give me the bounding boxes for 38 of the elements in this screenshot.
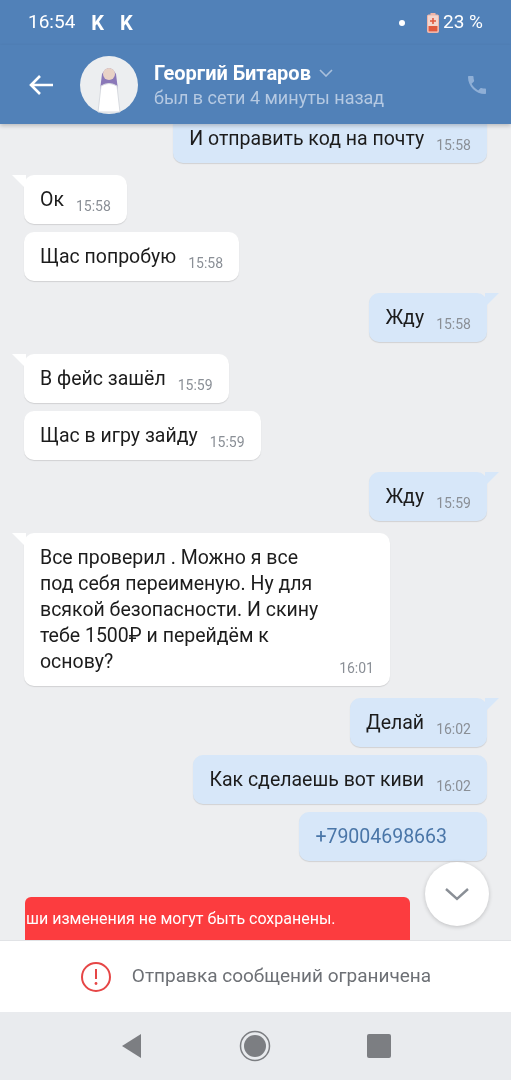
message-time: 15:59 xyxy=(209,433,245,451)
warning-icon xyxy=(79,960,112,993)
chevron-down-icon[interactable] xyxy=(318,68,333,77)
message-text: Все проверил . Можно я все под себя переименую. Ну для всякой безопасности. И скину тебе 1500₽ и перейдём к основу? xyxy=(40,545,320,675)
chevron-down-icon xyxy=(444,887,470,901)
message-time: 15:59 xyxy=(177,376,213,394)
notification-icon: K xyxy=(91,7,105,38)
message-time: 15:58 xyxy=(436,136,471,154)
message-text: В фейс зашёл xyxy=(40,366,166,392)
battery-icon xyxy=(427,12,439,33)
back-arrow-icon[interactable] xyxy=(28,73,54,96)
battery-level: 23 % xyxy=(443,9,483,36)
message-time: 16:02 xyxy=(436,720,471,738)
toast-text: ши изменения не могут быть сохранены. xyxy=(25,909,336,928)
message-text: Как сделаешь вот киви xyxy=(209,767,425,793)
contact-name[interactable]: Георгий Битаров xyxy=(154,59,311,86)
message-time: 15:58 xyxy=(188,254,224,272)
message-text: Делай xyxy=(366,710,425,736)
message-time: 16:01 xyxy=(339,659,374,677)
notification-icon: K xyxy=(120,7,133,38)
message-text: Жду xyxy=(385,484,425,510)
phone-link[interactable]: +79004698663 xyxy=(315,824,471,850)
status-time: 16:54 xyxy=(28,9,76,36)
message-time: 16:02 xyxy=(436,777,471,795)
message-text: Щас в игру зайду xyxy=(40,423,198,449)
home-icon[interactable] xyxy=(238,1030,271,1062)
message-text: Ок xyxy=(40,187,64,213)
message-text: Щас попробую xyxy=(40,244,177,270)
message-time: 15:58 xyxy=(436,315,471,333)
message-text: И отправить код на почту xyxy=(189,126,425,152)
recents-icon[interactable] xyxy=(366,1034,391,1058)
restriction-text: Отправка сообщений ограничена xyxy=(131,963,432,990)
message-time: 15:58 xyxy=(75,197,111,215)
message-time: 15:59 xyxy=(436,494,471,512)
message-text: Жду xyxy=(385,305,425,331)
back-icon[interactable] xyxy=(120,1033,143,1059)
last-seen-status: был в сети 4 минуты назад xyxy=(154,85,385,110)
avatar[interactable] xyxy=(80,55,138,114)
